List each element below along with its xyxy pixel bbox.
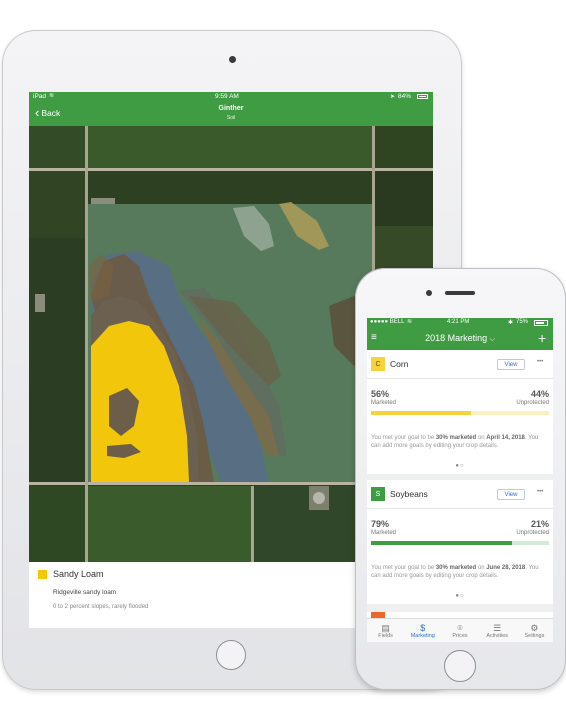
unprotected-pct: 21%: [530, 519, 549, 529]
iphone-home-button[interactable]: [444, 650, 476, 682]
marketed-progress-bar: [371, 411, 549, 415]
divider: [367, 378, 553, 379]
gear-icon: ⚙: [530, 623, 539, 633]
iphone-status-bar: ●●●●● BELL ≋ 4:21 PM ✱ 75%: [367, 318, 553, 328]
card-separator: [367, 604, 553, 612]
tab-bar: ▤ Fields $ Marketing ⌾ Prices ☰ Activities ⚙…: [367, 618, 553, 642]
iphone-speaker: [445, 291, 475, 295]
crop-badge: S: [371, 487, 385, 501]
tab-prices[interactable]: ⌾ Prices: [441, 619, 478, 642]
unprotected-label: Unprotected: [516, 400, 549, 406]
ipad-status-bar: iPad ≋ 9:59 AM ➤ 84%: [29, 92, 433, 102]
crop-badge: C: [371, 357, 385, 371]
ipad-time: 9:59 AM: [215, 93, 239, 100]
activities-icon: ☰: [493, 623, 502, 633]
marketing-year-selector[interactable]: 2018 Marketing ⌵: [367, 333, 553, 344]
ipad-battery-pct: 84%: [398, 93, 412, 100]
soil-type: Ridgeville sandy loam: [53, 589, 117, 596]
dollar-icon: $: [420, 623, 426, 633]
ipad-home-button[interactable]: [216, 640, 246, 670]
marketed-label: Marketed: [371, 400, 397, 406]
crop-card-corn[interactable]: C Corn View ••• 56% Marketed 44% Unprote…: [367, 350, 553, 474]
marketed-progress-fill: [371, 541, 512, 545]
goal-message: You met your goal to be 30% marketed on …: [371, 565, 539, 579]
plus-icon[interactable]: +: [538, 330, 546, 346]
page-title: Ginther: [218, 105, 244, 112]
goal-message: You met your goal to be 30% marketed on …: [371, 435, 539, 449]
iphone-camera: [426, 290, 432, 296]
unprotected-pct: 44%: [530, 389, 549, 399]
battery-icon: [417, 94, 428, 99]
view-button[interactable]: View: [497, 489, 525, 500]
tab-activities[interactable]: ☰ Activities: [479, 619, 516, 642]
ipad-nav-bar: ‹ Back Ginther Soil: [29, 102, 433, 126]
bluetooth-icon: ✱: [508, 320, 514, 326]
soil-name: Sandy Loam: [53, 569, 104, 579]
iphone-screen: ●●●●● BELL ≋ 4:21 PM ✱ 75% ≡ 2018 Market…: [367, 318, 553, 642]
marketed-pct: 56%: [371, 389, 390, 399]
prices-icon: ⌾: [457, 623, 463, 633]
tab-marketing[interactable]: $ Marketing: [404, 619, 441, 642]
iphone-nav-bar: ≡ 2018 Marketing ⌵ +: [367, 328, 553, 350]
divider: [367, 508, 553, 509]
page-dots[interactable]: ●○: [367, 593, 553, 599]
crop-name: Soybeans: [390, 489, 428, 499]
soil-description: 0 to 2 percent slopes, rarely flooded: [53, 604, 149, 610]
wifi-icon: ≋: [49, 93, 55, 99]
location-icon: ➤: [390, 94, 396, 100]
page-subtitle: Soil: [226, 115, 236, 121]
chevron-down-icon: ⌵: [489, 336, 495, 343]
wifi-icon: ≋: [407, 319, 413, 325]
more-options-icon[interactable]: •••: [537, 489, 543, 495]
crop-card-soybeans[interactable]: S Soybeans View ••• 79% Marketed 21% Unp…: [367, 480, 553, 604]
crop-name: Corn: [390, 359, 409, 369]
ipad-carrier: iPad: [33, 93, 47, 100]
page-dots[interactable]: ●○: [367, 463, 553, 469]
fields-icon: ▤: [381, 623, 390, 633]
more-options-icon[interactable]: •••: [537, 359, 543, 365]
battery-icon: [534, 320, 548, 326]
tab-fields[interactable]: ▤ Fields: [367, 619, 404, 642]
marketed-pct: 79%: [371, 519, 390, 529]
view-button[interactable]: View: [497, 359, 525, 370]
iphone-time: 4:21 PM: [447, 319, 470, 325]
marketed-progress-bar: [371, 541, 549, 545]
ipad-camera: [229, 56, 236, 63]
iphone-carrier: ●●●●● BELL: [370, 319, 405, 325]
soil-color-swatch: [38, 570, 47, 579]
iphone-battery-pct: 75%: [516, 319, 529, 325]
marketed-label: Marketed: [371, 530, 397, 536]
nav-title: 2018 Marketing: [425, 333, 488, 343]
tab-settings[interactable]: ⚙ Settings: [516, 619, 553, 642]
marketed-progress-fill: [371, 411, 471, 415]
unprotected-label: Unprotected: [516, 530, 549, 536]
